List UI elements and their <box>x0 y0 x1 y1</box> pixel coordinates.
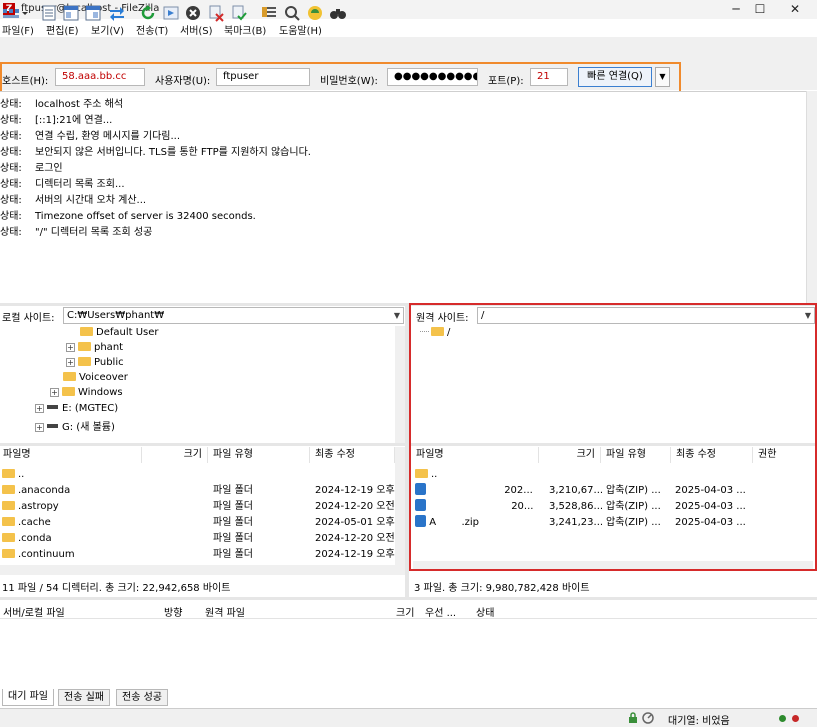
folder-icon <box>62 387 75 396</box>
tab-successful-transfers[interactable]: 전송 성공 <box>116 689 168 706</box>
expand-icon[interactable]: + <box>35 423 44 432</box>
folder-icon <box>2 549 15 558</box>
local-tree-item[interactable]: + G: (새 볼륨) <box>35 418 115 433</box>
local-tree-item[interactable]: Default User <box>80 327 159 338</box>
local-site-label: 로컬 사이트: <box>2 313 55 324</box>
local-file-row[interactable]: .cache 파일 폴더 2024-05-01 오후 <box>0 515 395 531</box>
log-line: 상태: 연결 수립, 환영 메시지를 기다림... <box>0 131 181 142</box>
tab-failed-transfers[interactable]: 전송 실패 <box>58 689 110 706</box>
queue-col-direction[interactable]: 방향 <box>164 604 182 619</box>
queue-status-text: 대기열: 비었음 <box>668 716 730 727</box>
drive-icon <box>47 405 58 409</box>
log-line: 상태: localhost 주소 해석 <box>0 99 124 110</box>
toggle-remote-tree-icon[interactable] <box>84 4 102 22</box>
log-line: 상태: "/" 디렉터리 목록 조회 성공 <box>0 227 153 238</box>
status-led-red-icon <box>792 715 799 722</box>
search-files-icon[interactable] <box>283 4 301 22</box>
queue-col-file[interactable]: 서버/로컬 파일 <box>3 604 65 619</box>
folder-icon <box>80 327 93 336</box>
speed-limit-icon[interactable] <box>642 712 654 724</box>
queue-col-size[interactable]: 크기 <box>396 604 414 619</box>
local-tree-item[interactable]: Voiceover <box>63 372 128 383</box>
folder-icon <box>78 342 91 351</box>
local-col-size[interactable]: 크기 <box>142 447 208 463</box>
local-path-text: C:₩Users₩phant₩ <box>67 310 165 321</box>
disconnect-icon[interactable] <box>207 4 225 22</box>
toolbar <box>0 37 817 64</box>
queue-col-status[interactable]: 상태 <box>476 604 494 619</box>
log-line: 상태: [::1]:21에 연결... <box>0 115 113 126</box>
menu-server[interactable]: 서버(S) <box>180 22 213 37</box>
local-status: 11 파일 / 54 디렉터리. 총 크기: 22,942,658 바이트 <box>2 583 231 594</box>
local-tree-item[interactable]: + E: (MGTEC) <box>35 403 118 414</box>
local-tree-splitter[interactable] <box>0 443 405 446</box>
local-file-row[interactable]: .astropy 파일 폴더 2024-12-20 오전 <box>0 499 395 515</box>
queue-col-priority[interactable]: 우선 ... <box>425 604 456 619</box>
close-button[interactable]: ✕ <box>772 0 817 19</box>
menu-help[interactable]: 도움말(H) <box>279 22 322 37</box>
toggle-local-tree-icon[interactable] <box>62 4 80 22</box>
local-file-row[interactable]: .anaconda 파일 폴더 2024-12-19 오후 <box>0 483 395 499</box>
compare-icon[interactable] <box>306 4 324 22</box>
folder-icon <box>78 357 91 366</box>
local-list-hscrollbar[interactable] <box>0 565 405 575</box>
toggle-queue-icon[interactable] <box>108 4 126 22</box>
lock-icon <box>629 712 637 723</box>
menu-view[interactable]: 보기(V) <box>91 22 124 37</box>
log-line: 상태: 디렉터리 목록 조회... <box>0 179 125 190</box>
remote-site-highlight <box>409 303 817 571</box>
local-col-modified[interactable]: 최종 수정 <box>310 447 395 463</box>
local-file-row[interactable]: .continuum 파일 폴더 2024-12-19 오후 <box>0 547 395 563</box>
chevron-down-icon: ▼ <box>393 311 400 320</box>
expand-icon[interactable]: + <box>66 358 75 367</box>
log-line: 상태: 로그인 <box>0 163 63 174</box>
tab-queued-files[interactable]: 대기 파일 <box>2 689 54 706</box>
folder-icon <box>2 533 15 542</box>
local-file-row[interactable]: .conda 파일 폴더 2024-12-20 오전 <box>0 531 395 547</box>
status-led-green-icon <box>779 715 786 722</box>
folder-icon <box>2 517 15 526</box>
expand-icon[interactable]: + <box>35 404 44 413</box>
filter-icon[interactable] <box>260 4 278 22</box>
local-tree-item[interactable]: + Windows <box>50 387 123 398</box>
remote-status: 3 파일. 총 크기: 9,980,782,428 바이트 <box>414 583 590 594</box>
log-line: 상태: 보안되지 않은 서버입니다. TLS를 통한 FTP를 지원하지 않습니다… <box>0 147 311 158</box>
local-col-type[interactable]: 파일 유형 <box>208 447 310 463</box>
queue-splitter[interactable] <box>0 597 817 600</box>
local-col-filename[interactable]: 파일명 <box>0 447 142 463</box>
folder-icon <box>63 372 76 381</box>
menu-transfer[interactable]: 전송(T) <box>136 22 168 37</box>
quickconnect-highlight <box>0 62 681 93</box>
expand-icon[interactable]: + <box>50 388 59 397</box>
site-manager-icon[interactable] <box>2 4 20 22</box>
menu-edit[interactable]: 편집(E) <box>46 22 79 37</box>
queue-col-remote[interactable]: 원격 파일 <box>205 604 245 619</box>
folder-icon <box>2 485 15 494</box>
menu-file[interactable]: 파일(F) <box>2 22 34 37</box>
drive-icon <box>47 424 58 428</box>
reconnect-icon[interactable] <box>230 4 248 22</box>
log-line: 상태: Timezone offset of server is 32400 se… <box>0 211 256 222</box>
local-tree-item[interactable]: + phant <box>66 342 123 353</box>
local-file-row[interactable]: .. <box>0 467 395 483</box>
binoculars-icon[interactable] <box>329 4 347 22</box>
process-queue-icon[interactable] <box>162 4 180 22</box>
dropdown-arrow-icon[interactable] <box>20 4 30 22</box>
refresh-icon[interactable] <box>139 4 157 22</box>
menu-bookmarks[interactable]: 북마크(B) <box>224 22 266 37</box>
folder-icon <box>2 501 15 510</box>
local-path-combo[interactable]: C:₩Users₩phant₩ ▼ <box>63 307 404 324</box>
log-line: 상태: 서버의 시간대 오차 계산... <box>0 195 147 206</box>
folder-icon <box>2 469 15 478</box>
expand-icon[interactable]: + <box>66 343 75 352</box>
toggle-log-icon[interactable] <box>40 4 58 22</box>
local-tree-item[interactable]: + Public <box>66 357 124 368</box>
log-scrollbar[interactable] <box>806 91 817 304</box>
cancel-icon[interactable] <box>184 4 202 22</box>
